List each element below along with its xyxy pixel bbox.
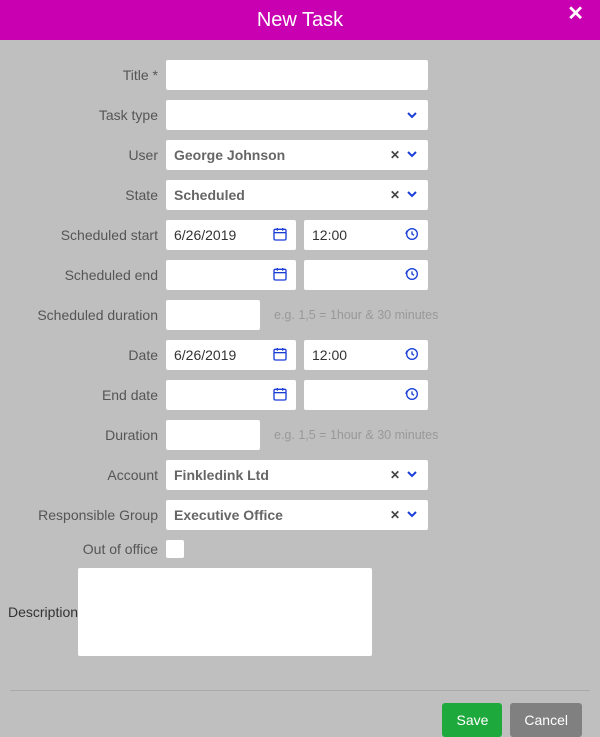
- close-icon[interactable]: ✕: [567, 4, 584, 24]
- label-task-type: Task type: [8, 107, 166, 123]
- scheduled-end-date-input[interactable]: [166, 260, 296, 290]
- chevron-down-icon: [404, 506, 420, 525]
- task-type-select[interactable]: [166, 100, 428, 130]
- clock-icon: [404, 226, 420, 245]
- title-input[interactable]: [166, 60, 428, 90]
- scheduled-duration-input[interactable]: [166, 300, 260, 330]
- cancel-button[interactable]: Cancel: [510, 703, 582, 737]
- calendar-icon: [272, 266, 288, 285]
- end-date-time-input[interactable]: [304, 380, 428, 410]
- chevron-down-icon: [404, 186, 420, 205]
- calendar-icon: [272, 386, 288, 405]
- divider: [10, 690, 590, 691]
- chevron-down-icon: [404, 107, 420, 123]
- calendar-icon: [272, 346, 288, 365]
- label-duration: Duration: [8, 427, 166, 443]
- clear-icon[interactable]: ✕: [390, 188, 400, 202]
- duration-hint: e.g. 1,5 = 1hour & 30 minutes: [274, 308, 438, 322]
- responsible-group-select[interactable]: Executive Office ✕: [166, 500, 428, 530]
- clock-icon: [404, 346, 420, 365]
- account-select[interactable]: Finkledink Ltd ✕: [166, 460, 428, 490]
- scheduled-start-time-input[interactable]: 12:00: [304, 220, 428, 250]
- date-input[interactable]: 6/26/2019: [166, 340, 296, 370]
- label-user: User: [8, 147, 166, 163]
- clear-icon[interactable]: ✕: [390, 468, 400, 482]
- calendar-icon: [272, 226, 288, 245]
- clock-icon: [404, 266, 420, 285]
- label-end-date: End date: [8, 387, 166, 403]
- label-account: Account: [8, 467, 166, 483]
- label-description: Description: [8, 604, 78, 620]
- scheduled-start-date-input[interactable]: 6/26/2019: [166, 220, 296, 250]
- date-time-input[interactable]: 12:00: [304, 340, 428, 370]
- chevron-down-icon: [404, 466, 420, 485]
- save-button[interactable]: Save: [442, 703, 502, 737]
- duration-input[interactable]: [166, 420, 260, 450]
- scheduled-end-time-input[interactable]: [304, 260, 428, 290]
- user-select[interactable]: George Johnson ✕: [166, 140, 428, 170]
- state-select[interactable]: Scheduled ✕: [166, 180, 428, 210]
- clear-icon[interactable]: ✕: [390, 148, 400, 162]
- duration-hint-2: e.g. 1,5 = 1hour & 30 minutes: [274, 428, 438, 442]
- clock-icon: [404, 386, 420, 405]
- label-state: State: [8, 187, 166, 203]
- label-title: Title *: [8, 67, 166, 83]
- dialog-footer: Save Cancel: [0, 703, 600, 737]
- label-date: Date: [8, 347, 166, 363]
- description-textarea[interactable]: [78, 568, 372, 656]
- label-scheduled-start: Scheduled start: [8, 227, 166, 243]
- chevron-down-icon: [404, 146, 420, 165]
- label-out-of-office: Out of office: [8, 541, 166, 557]
- end-date-input[interactable]: [166, 380, 296, 410]
- dialog-header: New Task ✕: [0, 0, 600, 40]
- form-body: Title * Task type User George Johnson ✕: [0, 40, 600, 674]
- out-of-office-checkbox[interactable]: [166, 540, 184, 558]
- dialog-title: New Task: [257, 9, 343, 32]
- label-scheduled-end: Scheduled end: [8, 267, 166, 283]
- label-responsible-group: Responsible Group: [8, 507, 166, 523]
- label-scheduled-duration: Scheduled duration: [8, 307, 166, 323]
- clear-icon[interactable]: ✕: [390, 508, 400, 522]
